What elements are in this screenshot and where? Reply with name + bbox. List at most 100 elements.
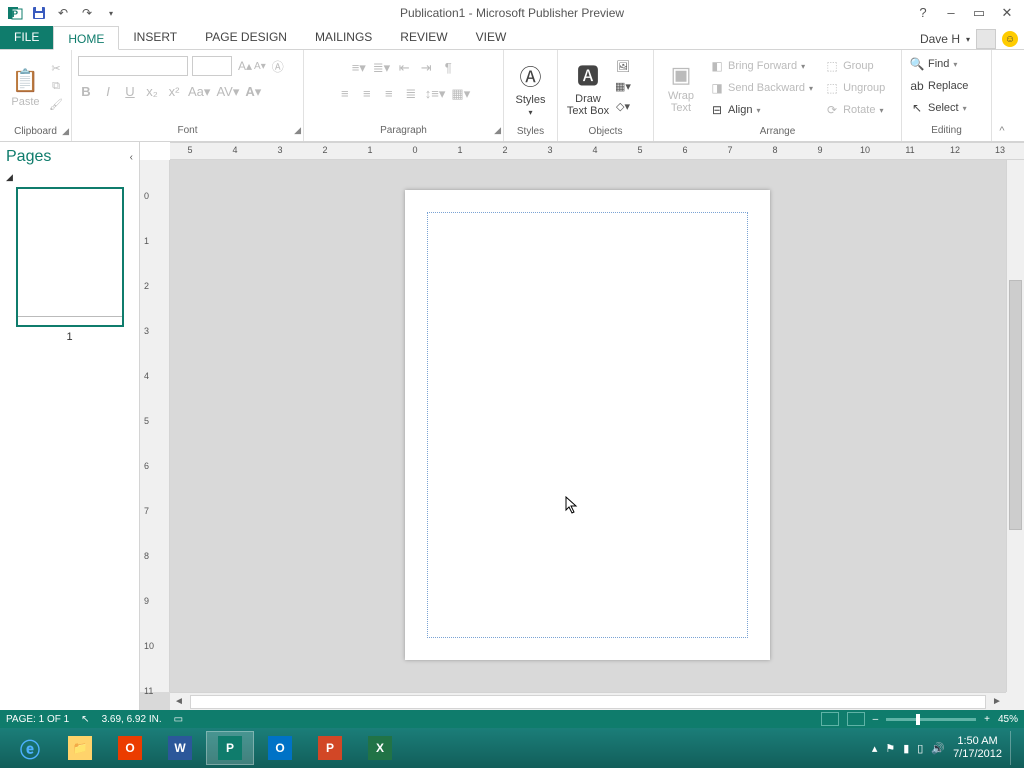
dialog-launcher-icon[interactable]: ◢ — [494, 125, 501, 136]
canvas[interactable] — [170, 160, 1006, 692]
qat-dropdown[interactable]: ▾ — [100, 2, 122, 24]
tab-mailings[interactable]: MAILINGS — [301, 25, 386, 49]
bold-button[interactable]: B — [78, 84, 94, 100]
send-backward-button[interactable]: ◨Send Backward▾ — [706, 78, 817, 98]
taskbar-outlook[interactable]: O — [256, 731, 304, 765]
taskbar-explorer[interactable]: 📁 — [56, 731, 104, 765]
format-painter-button[interactable]: 🖌 — [47, 98, 65, 114]
subscript-button[interactable]: x₂ — [144, 84, 160, 100]
columns-button[interactable]: ▦▾ — [451, 86, 470, 102]
network-icon[interactable]: ▮ — [903, 742, 909, 755]
maximize-button[interactable]: ▭ — [970, 5, 988, 21]
numbering-button[interactable]: ≣▾ — [373, 60, 390, 76]
pages-expand-icon[interactable]: ◢ — [6, 172, 133, 183]
bring-forward-button[interactable]: ◧Bring Forward▾ — [706, 56, 817, 76]
text-effects-button[interactable]: A▾ — [245, 84, 261, 100]
scroll-thumb[interactable] — [1009, 280, 1022, 530]
line-spacing-button[interactable]: ↕≡▾ — [425, 86, 446, 102]
vertical-scrollbar[interactable] — [1006, 160, 1024, 692]
tab-insert[interactable]: INSERT — [119, 25, 191, 49]
shapes-button[interactable]: ◇▾ — [614, 100, 632, 116]
group-button[interactable]: ⬚Group — [821, 56, 889, 76]
status-page[interactable]: PAGE: 1 OF 1 — [6, 714, 69, 725]
tab-page-design[interactable]: PAGE DESIGN — [191, 25, 301, 49]
draw-textbox-button[interactable]: 🅰 Draw Text Box — [564, 52, 612, 124]
wrap-text-button[interactable]: ▣ Wrap Text — [660, 52, 702, 124]
find-button[interactable]: 🔍Find▾ — [906, 54, 961, 74]
align-button[interactable]: ⊟Align▾ — [706, 100, 817, 120]
bullets-button[interactable]: ≡▾ — [351, 60, 367, 76]
taskbar-publisher[interactable]: P — [206, 731, 254, 765]
clock[interactable]: 1:50 AM 7/17/2012 — [953, 735, 1002, 761]
undo-button[interactable]: ↶ — [52, 2, 74, 24]
tab-view[interactable]: VIEW — [462, 25, 521, 49]
dialog-launcher-icon[interactable]: ◢ — [294, 125, 301, 136]
clear-format-button[interactable]: Ⓐ — [272, 58, 284, 75]
paste-button[interactable]: 📋 Paste — [6, 52, 45, 124]
horizontal-scrollbar[interactable]: ◄ ► — [170, 692, 1006, 710]
picture-button[interactable]: 🖼 — [614, 60, 632, 76]
increase-indent-button[interactable]: ⇥ — [418, 60, 434, 76]
align-center-button[interactable]: ≡ — [359, 86, 375, 102]
font-family-combo[interactable] — [78, 56, 188, 76]
shrink-font-button[interactable]: A▾ — [254, 61, 266, 72]
align-right-button[interactable]: ≡ — [381, 86, 397, 102]
taskbar-ie[interactable]: ⓔ — [6, 731, 54, 765]
ungroup-button[interactable]: ⬚Ungroup — [821, 78, 889, 98]
help-button[interactable]: ? — [914, 5, 932, 21]
char-spacing-button[interactable]: AV▾ — [216, 84, 239, 100]
tab-review[interactable]: REVIEW — [386, 25, 461, 49]
font-size-combo[interactable] — [192, 56, 232, 76]
zoom-in-button[interactable]: + — [984, 714, 990, 725]
tray-up-icon[interactable]: ▴ — [872, 742, 878, 755]
zoom-slider[interactable] — [886, 718, 976, 721]
justify-button[interactable]: ≣ — [403, 86, 419, 102]
power-icon[interactable]: ▯ — [917, 742, 923, 755]
dialog-launcher-icon[interactable]: ◢ — [62, 126, 69, 137]
feedback-icon[interactable]: ☺ — [1002, 31, 1018, 47]
table-button[interactable]: ▦▾ — [614, 80, 632, 96]
tab-file[interactable]: FILE — [0, 25, 53, 49]
grow-font-button[interactable]: A▴ — [238, 59, 252, 73]
user-area[interactable]: Dave H ▾ ☺ — [920, 29, 1024, 49]
close-button[interactable]: ✕ — [998, 5, 1016, 21]
page-thumbnail[interactable] — [16, 187, 124, 327]
zoom-out-button[interactable]: – — [873, 714, 879, 725]
scroll-right-button[interactable]: ► — [988, 696, 1006, 707]
collapse-ribbon-button[interactable]: ^ — [992, 50, 1012, 141]
taskbar-powerpoint[interactable]: P — [306, 731, 354, 765]
view-single-button[interactable] — [821, 712, 839, 726]
italic-button[interactable]: I — [100, 84, 116, 100]
page[interactable] — [405, 190, 770, 660]
zoom-thumb[interactable] — [916, 714, 920, 725]
view-spread-button[interactable] — [847, 712, 865, 726]
tab-home[interactable]: HOME — [53, 26, 119, 50]
pages-collapse-icon[interactable]: ‹ — [130, 152, 133, 163]
para-marks-button[interactable]: ¶ — [440, 60, 456, 76]
flag-icon[interactable]: ⚑ — [885, 742, 895, 755]
replace-button[interactable]: abReplace — [906, 76, 972, 96]
vertical-ruler[interactable]: 01234567891011 — [140, 160, 170, 692]
horizontal-ruler[interactable]: 54321012345678910111213 — [170, 142, 1024, 160]
change-case-button[interactable]: Aa▾ — [188, 84, 210, 100]
cut-button[interactable]: ✂ — [47, 62, 65, 78]
taskbar-office[interactable]: O — [106, 731, 154, 765]
app-icon[interactable]: P — [4, 2, 26, 24]
save-button[interactable] — [28, 2, 50, 24]
zoom-level[interactable]: 45% — [998, 714, 1018, 725]
copy-button[interactable]: ⧉ — [47, 80, 65, 96]
scroll-track[interactable] — [190, 695, 986, 709]
redo-button[interactable]: ↷ — [76, 2, 98, 24]
taskbar-word[interactable]: W — [156, 731, 204, 765]
scroll-left-button[interactable]: ◄ — [170, 696, 188, 707]
select-button[interactable]: ↖Select▾ — [906, 98, 971, 118]
taskbar-excel[interactable]: X — [356, 731, 404, 765]
volume-icon[interactable]: 🔊 — [931, 742, 945, 755]
show-desktop-button[interactable] — [1010, 731, 1018, 765]
styles-button[interactable]: Ⓐ Styles ▾ — [510, 52, 551, 124]
rotate-button[interactable]: ⟳Rotate▾ — [821, 100, 889, 120]
align-left-button[interactable]: ≡ — [337, 86, 353, 102]
decrease-indent-button[interactable]: ⇤ — [396, 60, 412, 76]
underline-button[interactable]: U — [122, 84, 138, 100]
minimize-button[interactable]: – — [942, 5, 960, 21]
